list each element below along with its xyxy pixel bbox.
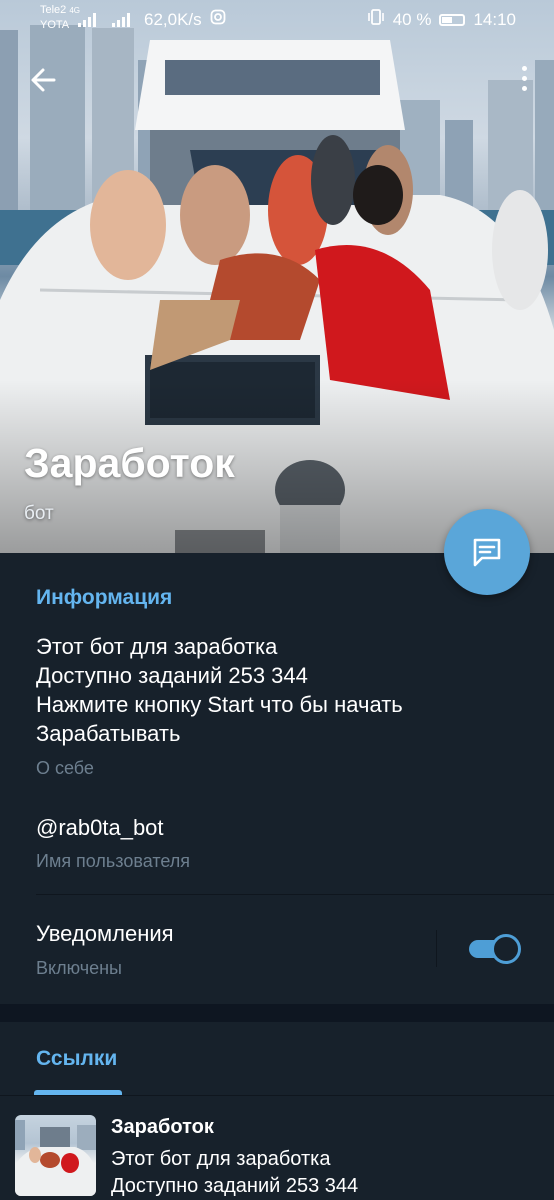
section-gap (0, 1004, 554, 1022)
status-right: 40 % 14:10 (367, 9, 516, 30)
vibrate-icon (367, 9, 385, 30)
carrier-1: Tele2 (40, 4, 67, 16)
about-text[interactable]: Этот бот для заработка Доступно заданий … (36, 632, 403, 748)
link-thumbnail (15, 1115, 96, 1196)
tab-links[interactable]: Ссылки (36, 1047, 117, 1071)
vertical-separator (436, 930, 437, 967)
more-menu-button[interactable] (518, 66, 530, 96)
username-value[interactable]: @rab0ta_bot (36, 815, 164, 841)
link-title: Заработок (111, 1116, 214, 1138)
notifications-toggle[interactable] (469, 934, 521, 964)
back-arrow-icon (31, 68, 56, 92)
toggle-knob (491, 934, 521, 964)
battery-percent: 40 % (392, 9, 432, 29)
more-vert-icon (518, 66, 530, 91)
back-button[interactable] (26, 62, 62, 98)
about-line: Зарабатывать (36, 721, 181, 746)
status-left: 62,0K/s (78, 9, 226, 30)
carrier-label: Tele2 4G YOTA (40, 3, 80, 32)
carrier-2: YOTA (40, 19, 70, 31)
instagram-icon (210, 9, 226, 30)
message-icon (473, 538, 501, 567)
clock: 14:10 (473, 9, 516, 29)
divider (36, 894, 554, 895)
notifications-state: Включены (36, 958, 122, 978)
profile-name: Заработок (24, 440, 235, 486)
link-line: Доступно заданий 253 344 (111, 1175, 359, 1197)
battery-icon (439, 13, 466, 26)
about-line: Нажмите кнопку Start что бы начать (36, 692, 403, 717)
link-description: Этот бот для заработка Доступно заданий … (111, 1146, 358, 1200)
signal-icon (78, 12, 96, 27)
profile-subtitle: бот (24, 503, 54, 524)
about-line: Этот бот для заработка (36, 634, 278, 659)
info-section-title: Информация (36, 586, 173, 609)
notifications-label[interactable]: Уведомления (36, 921, 174, 947)
tabs-divider (0, 1095, 554, 1096)
about-caption: О себе (36, 758, 94, 778)
about-line: Доступно заданий 253 344 (36, 663, 308, 688)
signal-icon-2 (112, 12, 130, 27)
network-speed: 62,0K/s (144, 9, 202, 29)
username-caption: Имя пользователя (36, 851, 191, 871)
send-message-button[interactable] (444, 509, 530, 595)
status-bar: Tele2 4G YOTA 62,0K/s 40 % 14:10 (0, 0, 554, 36)
link-line: Этот бот для заработка (111, 1148, 331, 1170)
